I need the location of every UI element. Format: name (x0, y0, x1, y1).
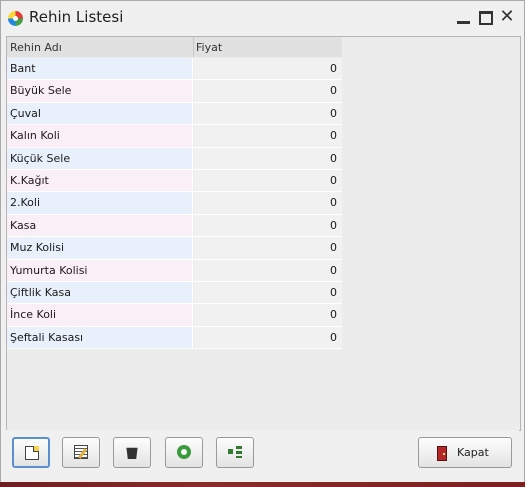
table-row[interactable]: Yumurta Kolisi 0 (7, 259, 342, 282)
close-button[interactable]: Kapat (418, 437, 512, 468)
new-button[interactable] (12, 437, 50, 468)
edit-button[interactable] (62, 437, 100, 468)
cell-name[interactable]: İnce Koli (7, 304, 193, 326)
column-separator[interactable] (193, 37, 194, 57)
grid-rows: Bant 0 Büyük Sele 0 Çuval 0 Kalın Koli 0 Küç… (7, 58, 342, 350)
refresh-icon (177, 445, 191, 459)
cell-price[interactable]: 0 (194, 147, 342, 169)
minimize-button[interactable] (455, 8, 473, 26)
table-row[interactable]: Kasa 0 (7, 214, 342, 238)
table-row[interactable]: Bant 0 (7, 58, 342, 81)
cell-price[interactable]: 0 (194, 304, 342, 326)
cell-price[interactable]: 0 (194, 192, 342, 214)
maximize-button[interactable] (477, 8, 495, 26)
window-title: Rehin Listesi (29, 8, 124, 26)
table-row[interactable]: İnce Koli 0 (7, 304, 342, 327)
cell-name[interactable]: Şeftali Kasası (7, 326, 193, 349)
cell-name[interactable]: Muz Kolisi (7, 237, 193, 259)
new-icon (25, 446, 39, 460)
cell-name[interactable]: Kasa (7, 214, 193, 237)
exit-door-icon (437, 446, 447, 461)
tree-button[interactable] (216, 437, 254, 468)
cell-name[interactable]: Yumurta Kolisi (7, 259, 193, 281)
cell-price[interactable]: 0 (194, 169, 342, 192)
cell-price[interactable]: 0 (194, 102, 342, 125)
table-row[interactable]: Büyük Sele 0 (7, 80, 342, 103)
cell-name[interactable]: Büyük Sele (7, 80, 193, 102)
table-row[interactable]: Muz Kolisi 0 (7, 237, 342, 260)
cell-price[interactable]: 0 (194, 58, 342, 80)
title-bar[interactable]: Rehin Listesi ✕ (1, 1, 524, 35)
delete-button[interactable] (113, 437, 151, 468)
grid-header: Rehin Adı Fiyat (7, 37, 342, 57)
app-icon (8, 11, 23, 26)
rehin-listesi-window: Rehin Listesi ✕ Rehin Adı Fiyat Bant 0 Bü… (0, 0, 525, 483)
edit-icon (74, 445, 88, 459)
cell-price[interactable]: 0 (194, 281, 342, 304)
delete-icon (126, 447, 138, 459)
cell-price[interactable]: 0 (194, 259, 342, 281)
table-row[interactable]: Kalın Koli 0 (7, 125, 342, 148)
column-header-price[interactable]: Fiyat (196, 37, 222, 57)
table-row[interactable]: Küçük Sele 0 (7, 147, 342, 170)
cell-price[interactable]: 0 (194, 214, 342, 237)
cell-name[interactable]: Kalın Koli (7, 125, 193, 147)
table-row[interactable]: 2.Koli 0 (7, 192, 342, 215)
background-strip (0, 482, 525, 487)
column-header-name[interactable]: Rehin Adı (10, 37, 62, 57)
table-row[interactable]: Şeftali Kasası 0 (7, 326, 342, 350)
cell-name[interactable]: K.Kağıt (7, 169, 193, 192)
refresh-button[interactable] (165, 437, 203, 468)
table-row[interactable]: Çiftlik Kasa 0 (7, 281, 342, 305)
cell-name[interactable]: Bant (7, 58, 193, 80)
tree-icon (228, 445, 242, 459)
close-button-label: Kapat (457, 446, 489, 459)
cell-price[interactable]: 0 (194, 326, 342, 349)
cell-name[interactable]: 2.Koli (7, 192, 193, 214)
cell-price[interactable]: 0 (194, 125, 342, 147)
cell-name[interactable]: Çiftlik Kasa (7, 281, 193, 304)
close-window-button[interactable]: ✕ (498, 8, 516, 26)
cell-price[interactable]: 0 (194, 237, 342, 259)
cell-name[interactable]: Çuval (7, 102, 193, 125)
cell-price[interactable]: 0 (194, 80, 342, 102)
cell-name[interactable]: Küçük Sele (7, 147, 193, 169)
bottom-toolbar: Kapat (6, 430, 519, 475)
data-grid[interactable]: Rehin Adı Fiyat Bant 0 Büyük Sele 0 Çuval 0… (6, 36, 521, 431)
table-row[interactable]: Çuval 0 (7, 102, 342, 126)
table-row[interactable]: K.Kağıt 0 (7, 169, 342, 193)
